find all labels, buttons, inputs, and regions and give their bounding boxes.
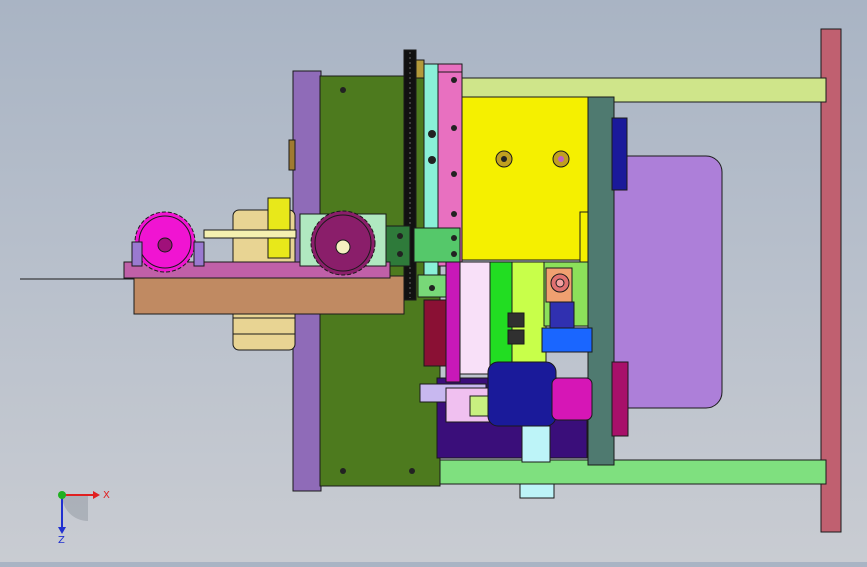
violet-latch[interactable]	[549, 301, 575, 329]
bolt-10	[429, 285, 435, 291]
cad-model-view[interactable]: X Z	[0, 0, 867, 562]
bracket-small-a[interactable]	[507, 312, 525, 328]
cyan-shaft[interactable]	[521, 425, 551, 463]
dark-green-block[interactable]	[385, 225, 411, 267]
green-guide-block[interactable]	[413, 227, 461, 263]
bolt-12	[397, 251, 403, 257]
yellow-bracket[interactable]	[267, 197, 291, 259]
navy-cap-top[interactable]	[611, 117, 628, 191]
dark-red-block[interactable]	[423, 299, 449, 367]
bolt-8	[428, 130, 436, 138]
feed-gear-left[interactable]	[134, 211, 196, 273]
bolt-11	[397, 233, 403, 239]
pink-strip-top[interactable]	[437, 63, 463, 73]
plate-lug[interactable]	[288, 139, 296, 171]
bolt-3	[409, 468, 415, 474]
bolt-2	[340, 468, 346, 474]
gear-mount-right[interactable]	[193, 241, 205, 267]
axis-triad	[58, 491, 100, 534]
cad-viewport[interactable]: X Z	[0, 0, 867, 562]
feed-gear-right[interactable]	[310, 210, 376, 276]
bolt-5	[451, 125, 457, 131]
pale-pink-block[interactable]	[459, 261, 493, 375]
bolt-9	[428, 156, 436, 164]
yellow-main-block[interactable]	[458, 96, 590, 261]
y-axis-dot	[58, 491, 66, 499]
cyan-foot[interactable]	[519, 483, 555, 499]
bolt-6	[451, 171, 457, 177]
bolt-7	[451, 211, 457, 217]
magenta-stub[interactable]	[611, 361, 629, 437]
bracket-small-b[interactable]	[507, 329, 525, 345]
bolt-13	[451, 235, 457, 241]
pink-coupling[interactable]	[551, 377, 593, 421]
z-axis-label: Z	[58, 535, 65, 546]
pale-guide-rod[interactable]	[203, 229, 297, 239]
navy-motor[interactable]	[487, 361, 557, 427]
end-plate-right[interactable]	[820, 28, 842, 533]
magenta-rod[interactable]	[445, 261, 461, 383]
bolt-14	[451, 251, 457, 257]
bolt-1	[340, 87, 346, 93]
gear-mount-left[interactable]	[131, 241, 143, 267]
x-axis-label: X	[103, 490, 110, 501]
tan-feed-bed[interactable]	[133, 275, 405, 315]
blue-slider[interactable]	[541, 327, 593, 353]
bolt-4	[451, 77, 457, 83]
